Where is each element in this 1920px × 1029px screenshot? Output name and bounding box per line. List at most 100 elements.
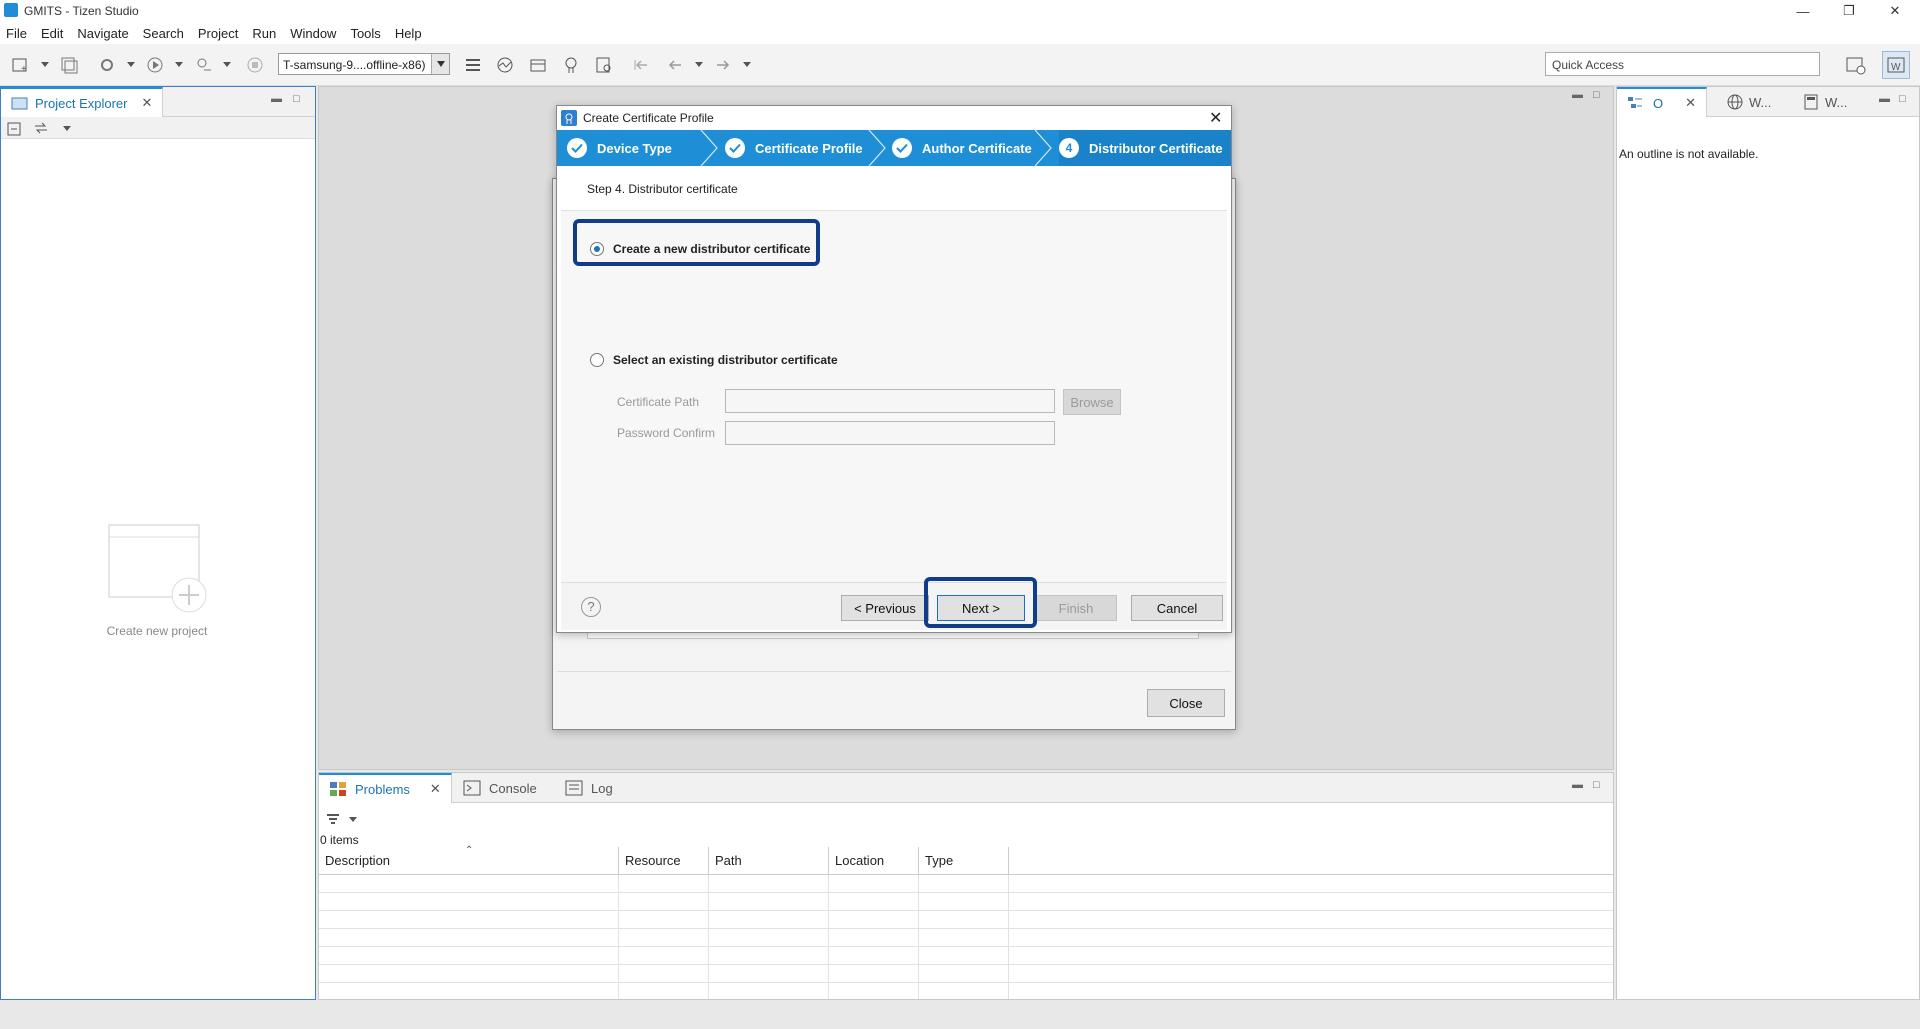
- col-resource[interactable]: Resource: [619, 847, 709, 875]
- step-bar: Device Type Certificate Profile Author C…: [557, 130, 1231, 166]
- view-menu-icon[interactable]: [63, 126, 71, 131]
- create-new-project[interactable]: [107, 523, 209, 613]
- profiler-icon[interactable]: [494, 54, 516, 76]
- step-author-certificate: Author Certificate: [892, 130, 1032, 166]
- device-target-select[interactable]: T-samsung-9....offline-x86): [278, 53, 450, 75]
- step-distributor-certificate: 4 Distributor Certificate: [1059, 130, 1231, 166]
- back-dropdown-icon[interactable]: [695, 62, 703, 67]
- option-select-existing-label[interactable]: Select an existing distributor certifica…: [613, 353, 838, 367]
- save-all-icon[interactable]: [58, 54, 80, 76]
- menu-navigate[interactable]: Navigate: [77, 26, 128, 41]
- cert-path-input[interactable]: [725, 389, 1055, 413]
- new-dropdown-icon[interactable]: [41, 62, 49, 67]
- certificate-manager-icon[interactable]: [560, 54, 582, 76]
- menu-project[interactable]: Project: [198, 26, 238, 41]
- run-dropdown-icon[interactable]: [175, 62, 183, 67]
- col-type[interactable]: Type: [919, 847, 1009, 875]
- menu-run[interactable]: Run: [252, 26, 276, 41]
- stop-icon[interactable]: [244, 54, 266, 76]
- archive-icon[interactable]: [527, 54, 549, 76]
- radio-select-existing[interactable]: [590, 353, 604, 367]
- tab-w1[interactable]: W...: [1717, 87, 1781, 117]
- svg-text:W: W: [1891, 62, 1901, 73]
- menu-window[interactable]: Window: [290, 26, 336, 41]
- background-close-button[interactable]: Close: [1147, 689, 1225, 717]
- title-bar: GMITS - Tizen Studio — ❐ ✕: [0, 0, 1920, 22]
- bottom-minimize-icon[interactable]: ▬: [1572, 779, 1583, 791]
- build-dropdown-icon[interactable]: [127, 62, 135, 67]
- chevron-down-icon[interactable]: [431, 54, 449, 74]
- filter-icon[interactable]: [325, 811, 341, 827]
- search-doc-icon[interactable]: [593, 54, 615, 76]
- device-target-value: T-samsung-9....offline-x86): [283, 58, 426, 72]
- highlight-next-button: [924, 577, 1037, 628]
- cancel-label: Cancel: [1156, 600, 1198, 616]
- tab-w2[interactable]: W...: [1793, 87, 1857, 117]
- close-tab-icon[interactable]: ✕: [141, 95, 152, 111]
- status-bar: [0, 1001, 1920, 1029]
- debug-dropdown-icon[interactable]: [223, 62, 231, 67]
- forward-dropdown-icon[interactable]: [743, 62, 751, 67]
- minimize-view-icon[interactable]: ▬: [271, 93, 282, 105]
- close-window-button[interactable]: ✕: [1872, 0, 1918, 22]
- run-icon[interactable]: [144, 54, 166, 76]
- step-label: Certificate Profile: [755, 140, 863, 156]
- folder-icon: [11, 97, 28, 110]
- close-tab-icon[interactable]: ✕: [1685, 95, 1696, 111]
- forward-arrow-icon[interactable]: [712, 54, 734, 76]
- sort-ascending-icon: ⌃: [465, 845, 474, 856]
- editor-minimize-icon[interactable]: ▬: [1572, 89, 1583, 101]
- collapse-all-icon[interactable]: [7, 120, 23, 136]
- col-location[interactable]: Location: [829, 847, 919, 875]
- help-icon[interactable]: ?: [581, 597, 601, 617]
- menu-file[interactable]: File: [6, 26, 27, 41]
- previous-label: < Previous: [854, 600, 916, 616]
- menu-search[interactable]: Search: [143, 26, 184, 41]
- dialog-close-icon[interactable]: ✕: [1209, 108, 1222, 128]
- bottom-maximize-icon[interactable]: □: [1593, 779, 1600, 791]
- maximize-view-icon[interactable]: □: [293, 93, 300, 105]
- device-manager-icon[interactable]: [462, 54, 484, 76]
- new-project-icon: [108, 524, 207, 613]
- menu-tools[interactable]: Tools: [350, 26, 380, 41]
- cert-path-label: Certificate Path: [617, 395, 700, 409]
- tab-log[interactable]: Log: [555, 773, 623, 803]
- tab-project-explorer[interactable]: Project Explorer ✕: [1, 87, 164, 117]
- outline-maximize-icon[interactable]: □: [1899, 93, 1906, 105]
- browse-button[interactable]: Browse: [1063, 389, 1121, 415]
- link-editor-icon[interactable]: [33, 120, 49, 136]
- menu-edit[interactable]: Edit: [41, 26, 63, 41]
- previous-button[interactable]: < Previous: [841, 595, 929, 621]
- menu-help[interactable]: Help: [395, 26, 422, 41]
- tab-console[interactable]: Console: [453, 773, 547, 803]
- password-confirm-input[interactable]: [725, 421, 1055, 445]
- outline-minimize-icon[interactable]: ▬: [1879, 93, 1890, 105]
- web-perspective-icon[interactable]: W: [1882, 51, 1910, 79]
- debug-icon[interactable]: [192, 54, 214, 76]
- tab-log-label: Log: [591, 780, 613, 796]
- col-description[interactable]: Description ⌃: [319, 845, 619, 875]
- build-gear-icon[interactable]: [96, 54, 118, 76]
- minimize-button[interactable]: —: [1780, 0, 1826, 22]
- quick-access-input[interactable]: Quick Access: [1545, 52, 1820, 76]
- last-edit-icon[interactable]: [630, 54, 652, 76]
- restore-button[interactable]: ❐: [1826, 0, 1872, 22]
- console-icon: [463, 780, 481, 796]
- tab-problems[interactable]: Problems ✕: [319, 773, 452, 803]
- open-perspective-icon[interactable]: [1845, 54, 1867, 76]
- back-arrow-icon[interactable]: [664, 54, 686, 76]
- tab-w1-label: W...: [1749, 94, 1772, 110]
- col-path[interactable]: Path: [709, 847, 829, 875]
- tab-outline[interactable]: O ✕: [1617, 87, 1708, 117]
- new-icon[interactable]: +: [10, 54, 32, 76]
- close-tab-icon[interactable]: ✕: [430, 781, 441, 797]
- window-title: GMITS - Tizen Studio: [24, 4, 139, 18]
- problems-table: Description ⌃ Resource Path Location Type: [319, 845, 1613, 999]
- finish-button[interactable]: Finish: [1035, 595, 1117, 621]
- problems-view-menu-icon[interactable]: [349, 817, 357, 822]
- dialog-titlebar: Create Certificate Profile ✕: [557, 106, 1231, 130]
- col-path-label: Path: [715, 853, 742, 868]
- editor-maximize-icon[interactable]: □: [1593, 89, 1600, 101]
- cancel-button[interactable]: Cancel: [1131, 595, 1223, 621]
- background-dialog-separator: [557, 671, 1231, 672]
